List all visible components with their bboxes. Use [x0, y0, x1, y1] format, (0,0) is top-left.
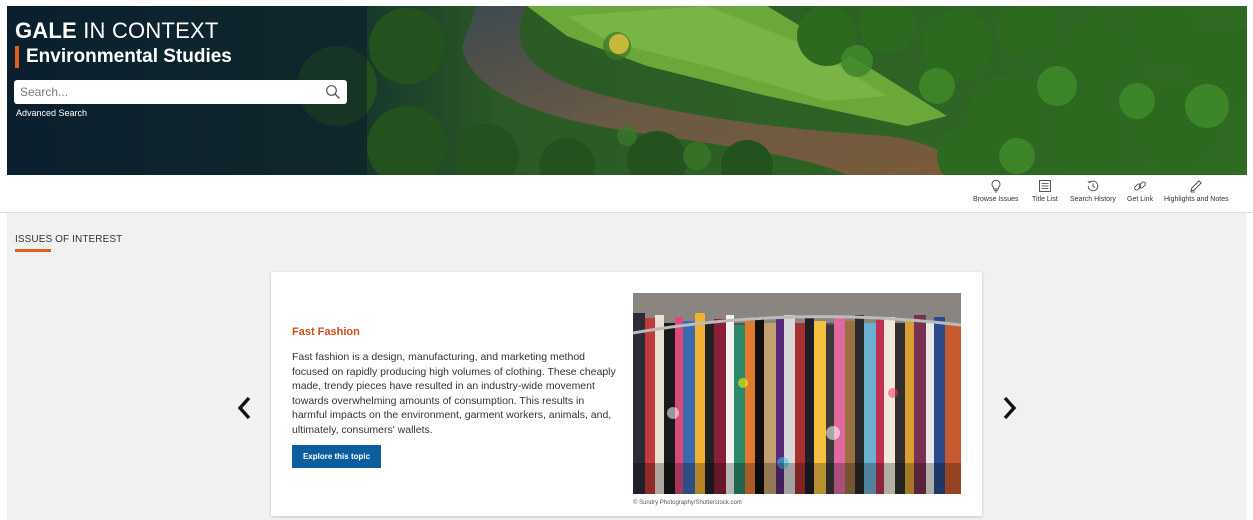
- link-icon: [1134, 181, 1146, 191]
- search-icon[interactable]: [325, 84, 341, 100]
- toolbar-search-history[interactable]: Search History: [1070, 179, 1116, 203]
- history-icon: [1087, 180, 1099, 192]
- toolbar: Browse Issues Title List Search History: [0, 175, 1253, 213]
- topic-description: Fast fashion is a design, manufacturing,…: [292, 351, 616, 436]
- topic-image[interactable]: [633, 293, 961, 494]
- search-box: [14, 80, 347, 104]
- advanced-search-link[interactable]: Advanced Search: [16, 108, 87, 118]
- lightbulb-icon: [991, 179, 1001, 193]
- list-icon: [1038, 180, 1051, 192]
- section-title: ISSUES OF INTEREST: [15, 234, 123, 245]
- toolbar-title-list[interactable]: Title List: [1032, 179, 1058, 203]
- topic-title[interactable]: Fast Fashion: [292, 326, 360, 338]
- main-content: ISSUES OF INTEREST Fast Fashion Fast fas…: [7, 213, 1247, 520]
- image-credit: © Sundry Photography/Shutterstock.com: [633, 500, 742, 506]
- toolbar-get-link[interactable]: Get Link: [1127, 179, 1153, 203]
- chevron-right-icon[interactable]: [999, 395, 1019, 421]
- search-input[interactable]: [14, 81, 320, 103]
- explore-topic-button[interactable]: Explore this topic: [292, 445, 381, 468]
- toolbar-label: Title List: [1032, 196, 1058, 203]
- toolbar-label: Search History: [1070, 196, 1116, 203]
- toolbar-label: Get Link: [1127, 196, 1154, 203]
- clothing-rack-image: [633, 293, 961, 494]
- topic-card: Fast Fashion Fast fashion is a design, m…: [271, 272, 982, 516]
- brand-title-bold: GALE: [15, 18, 77, 43]
- brand-logo[interactable]: GALE IN CONTEXT Environmental Studies: [15, 18, 232, 68]
- page: GALE IN CONTEXT Environmental Studies Ad…: [0, 0, 1253, 520]
- toolbar-label: Browse Issues: [973, 196, 1019, 203]
- pencil-icon: [1190, 180, 1203, 193]
- toolbar-browse-issues[interactable]: Browse Issues: [973, 179, 1019, 203]
- product-name-row: Environmental Studies: [15, 46, 232, 68]
- brand-title: GALE IN CONTEXT: [15, 18, 232, 44]
- section-underline: [15, 249, 51, 252]
- accent-bar: [15, 46, 19, 68]
- chevron-left-icon[interactable]: [235, 395, 255, 421]
- brand-title-light: IN CONTEXT: [76, 18, 219, 43]
- toolbar-highlights-notes[interactable]: Highlights and Notes: [1164, 179, 1229, 203]
- hero-banner: GALE IN CONTEXT Environmental Studies Ad…: [7, 6, 1247, 175]
- toolbar-label: Highlights and Notes: [1164, 196, 1229, 203]
- product-name: Environmental Studies: [26, 46, 232, 67]
